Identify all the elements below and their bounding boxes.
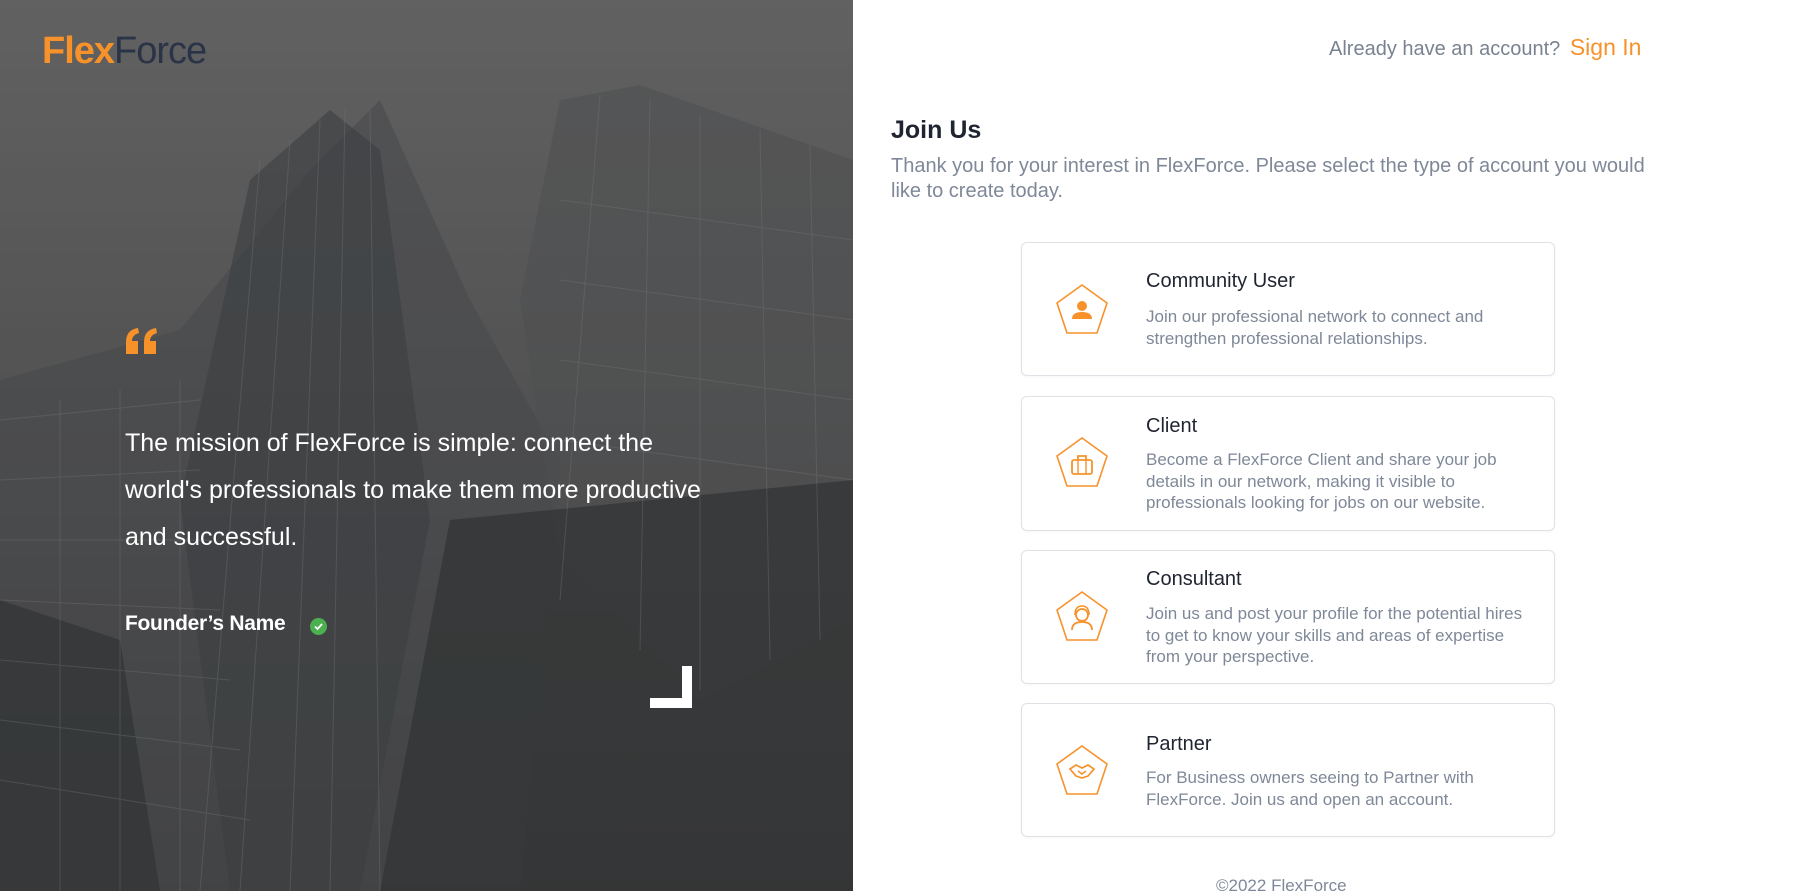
user-icon	[1056, 284, 1108, 334]
briefcase-icon	[1056, 437, 1108, 487]
signup-panel: Already have an account? Sign In Join Us…	[853, 0, 1812, 891]
signin-prompt-text: Already have an account?	[1329, 38, 1561, 60]
signin-link[interactable]: Sign In	[1570, 34, 1642, 60]
account-type-title: Partner	[1146, 733, 1212, 755]
quote-icon	[126, 328, 157, 354]
account-type-title: Client	[1146, 415, 1198, 437]
signup-page: FlexForce The mission of FlexForce is si…	[0, 0, 1812, 891]
account-type-community-user[interactable]: Community User Join our professional net…	[1021, 242, 1555, 376]
check-circle-icon	[310, 618, 327, 635]
account-type-description: Become a FlexForce Client and share your…	[1146, 450, 1497, 512]
consultant-icon	[1056, 591, 1108, 641]
account-type-description: Join us and post your profile for the po…	[1146, 604, 1523, 666]
flexforce-logo[interactable]: FlexForce	[42, 30, 207, 73]
account-type-title: Consultant	[1146, 568, 1242, 590]
mission-quote: The mission of FlexForce is simple: conn…	[125, 429, 701, 551]
founder-name: Founder’s Name	[125, 612, 286, 635]
logo-text-flex: Flex	[42, 30, 115, 72]
account-type-title: Community User	[1146, 270, 1295, 292]
page-title: Join Us	[891, 116, 982, 144]
signin-prompt: Already have an account? Sign In	[1329, 34, 1641, 61]
account-type-description: For Business owners seeing to Partner wi…	[1146, 768, 1474, 809]
copyright-footer: ©2022 FlexForce	[1216, 876, 1347, 891]
account-type-client[interactable]: Client Become a FlexForce Client and sha…	[1021, 396, 1555, 531]
handshake-icon	[1056, 745, 1108, 795]
logo-text-force: Force	[114, 30, 207, 72]
account-type-description: Join our professional network to connect…	[1146, 307, 1484, 348]
hero-panel: FlexForce The mission of FlexForce is si…	[0, 0, 853, 891]
account-type-consultant[interactable]: Consultant Join us and post your profile…	[1021, 550, 1555, 684]
corner-decoration-icon	[650, 666, 692, 708]
account-type-partner[interactable]: Partner For Business owners seeing to Pa…	[1021, 703, 1555, 837]
page-description: Thank you for your interest in FlexForce…	[891, 155, 1645, 202]
